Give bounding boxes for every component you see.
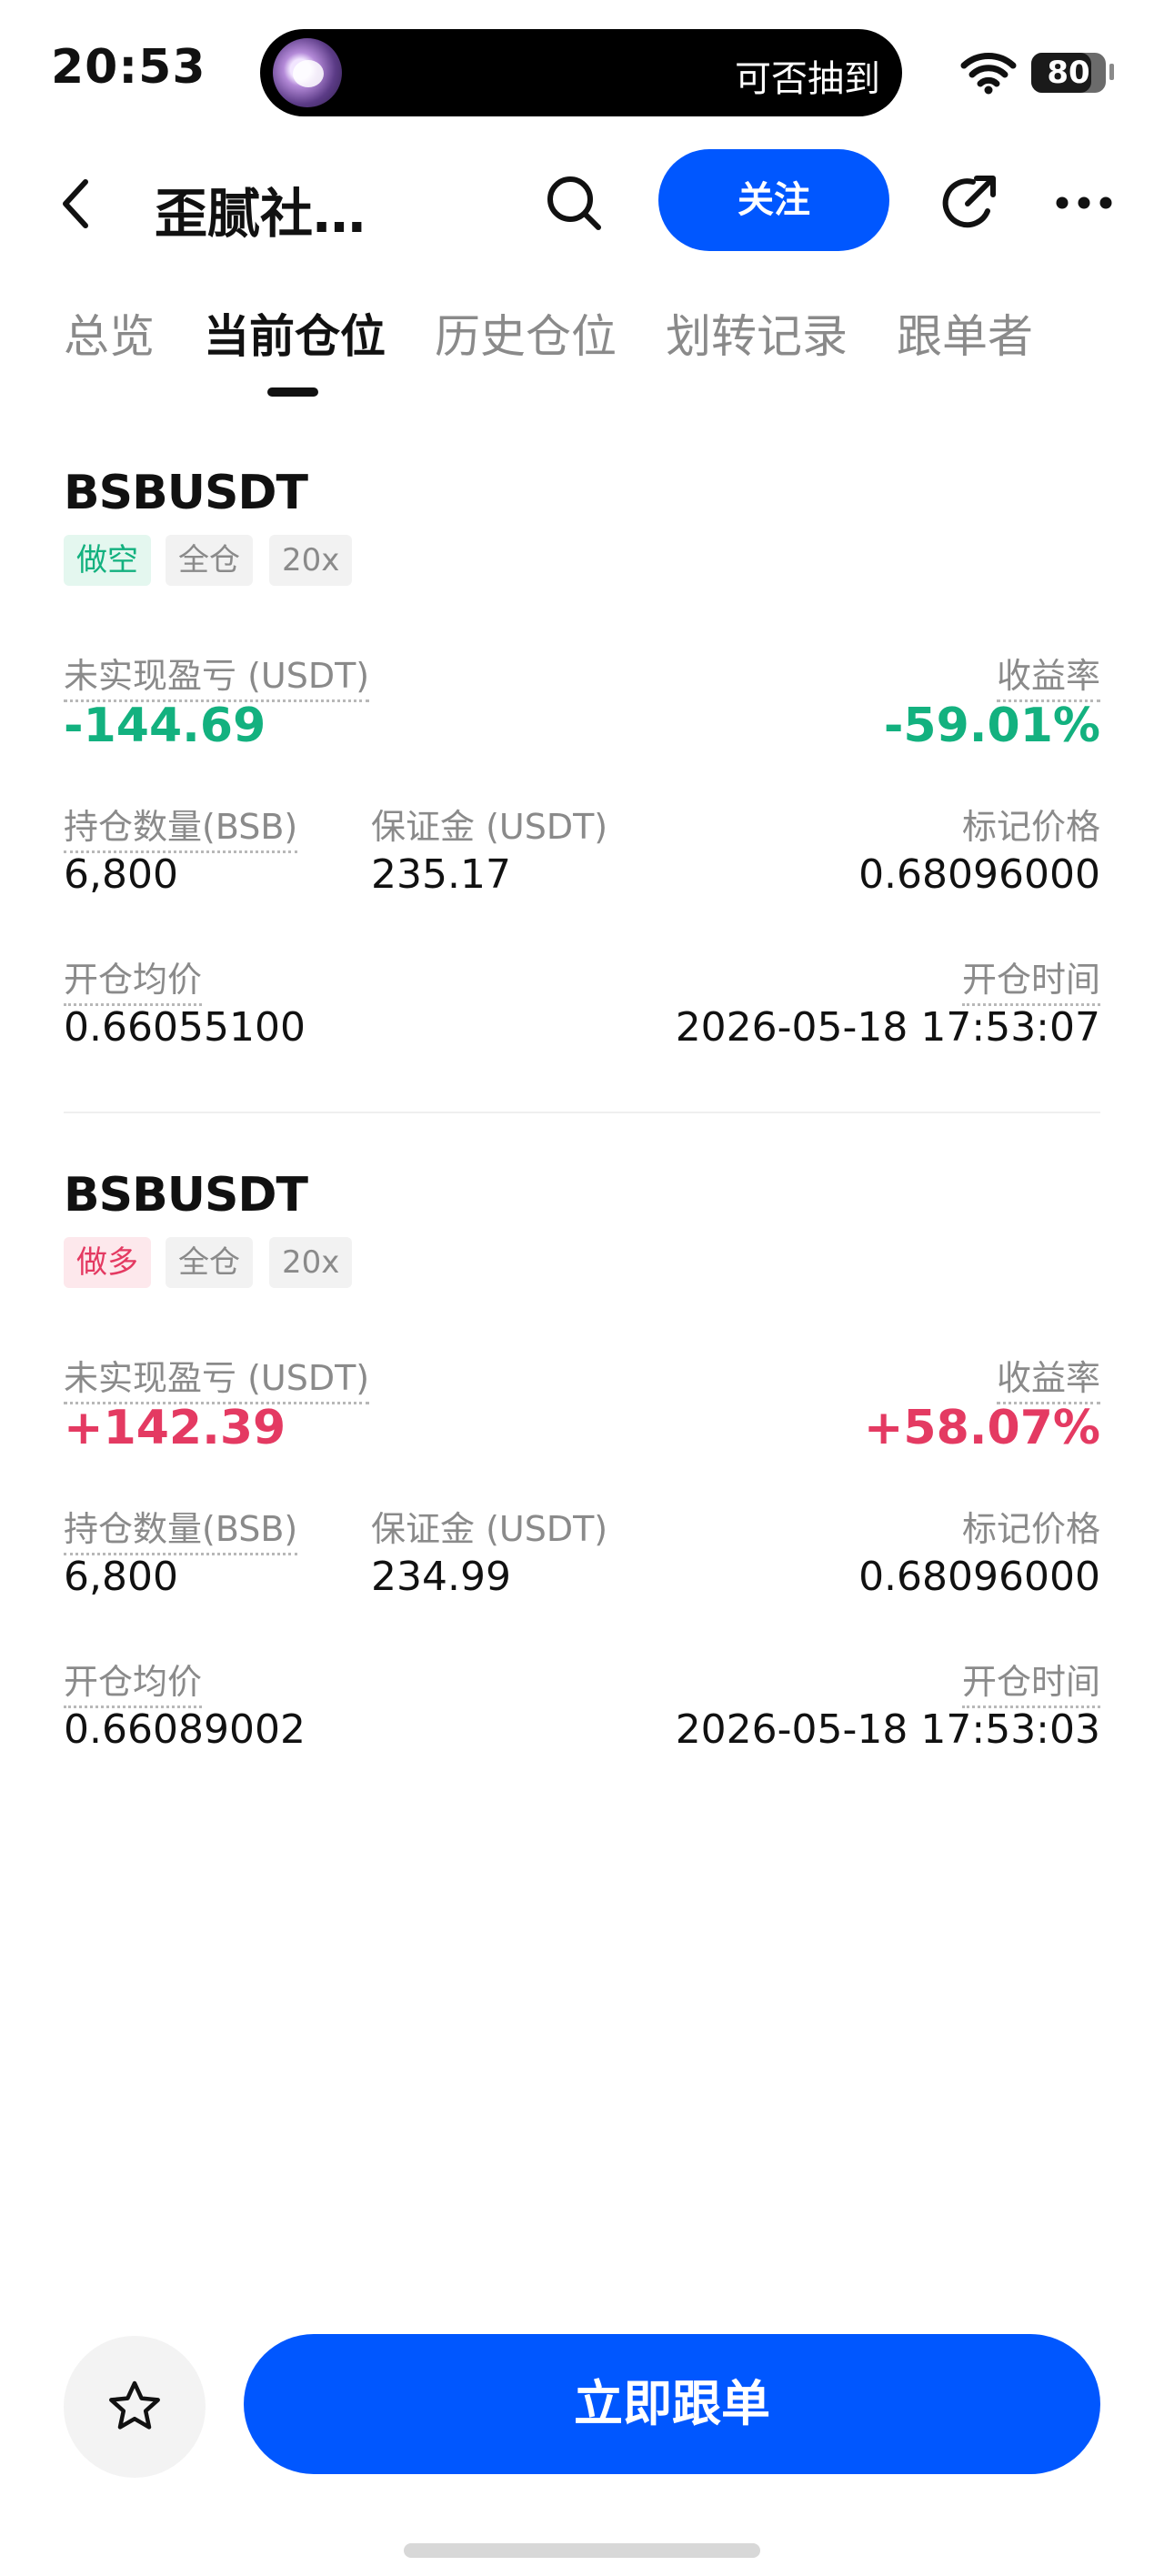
open-time-value: 2026-05-18 17:53:03 [675, 1706, 1100, 1753]
status-time: 20:53 [51, 40, 206, 95]
roi-value: +58.07% [863, 1401, 1100, 1455]
entry-price-label[interactable]: 开仓均价 [64, 951, 203, 1006]
entry-price-label[interactable]: 开仓均价 [64, 1654, 203, 1708]
unrealized-pnl-value: -144.69 [64, 699, 266, 753]
favorite-button[interactable] [64, 2336, 206, 2478]
follow-button[interactable]: 关注 [658, 149, 889, 251]
open-time-label[interactable]: 开仓时间 [961, 1654, 1100, 1708]
battery-indicator: 80 [1031, 53, 1106, 93]
quantity-value: 6,800 [64, 851, 178, 898]
copy-trade-button[interactable]: 立即跟单 [244, 2334, 1100, 2474]
unrealized-pnl-label[interactable]: 未实现盈亏 (USDT) [64, 648, 370, 702]
tab-current-positions[interactable]: 当前仓位 [204, 300, 386, 366]
star-icon [109, 2380, 160, 2430]
card-divider [64, 1112, 1100, 1113]
back-icon[interactable] [58, 176, 95, 231]
tab-transfer-records[interactable]: 划转记录 [666, 300, 848, 366]
unrealized-pnl-label[interactable]: 未实现盈亏 (USDT) [64, 1350, 370, 1404]
island-text: 可否抽到 [735, 58, 880, 100]
leverage-tag: 20x [269, 1237, 353, 1288]
mark-price-value: 0.68096000 [858, 1554, 1100, 1600]
position-symbol: BSBUSDT [64, 1168, 308, 1223]
position-card[interactable]: BSBUSDT 做多 全仓 20x 未实现盈亏 (USDT) +142.39 收… [64, 1168, 1100, 1823]
roi-label[interactable]: 收益率 [996, 648, 1100, 702]
share-icon[interactable] [937, 171, 1000, 235]
open-time-value: 2026-05-18 17:53:07 [675, 1004, 1100, 1051]
entry-price-value: 0.66089002 [64, 1706, 306, 1753]
status-bar: 20:53 可否抽到 80 [0, 0, 1164, 136]
margin-value: 234.99 [371, 1554, 511, 1600]
margin-value: 235.17 [371, 851, 511, 898]
nav-bar: 歪腻社… 关注 [0, 136, 1164, 264]
search-icon[interactable] [544, 173, 604, 233]
mark-price-label: 标记价格 [961, 807, 1100, 847]
home-indicator[interactable] [404, 2543, 760, 2558]
page-title: 歪腻社… [155, 183, 366, 245]
position-symbol: BSBUSDT [64, 466, 308, 520]
island-avatar [273, 38, 342, 107]
open-time-label[interactable]: 开仓时间 [961, 951, 1100, 1006]
tab-active-indicator [267, 387, 318, 397]
side-tag-short: 做空 [64, 535, 151, 586]
more-icon[interactable] [1055, 193, 1113, 213]
battery-cap [1109, 64, 1114, 80]
position-card[interactable]: BSBUSDT 做空 全仓 20x 未实现盈亏 (USDT) -144.69 收… [64, 466, 1100, 1121]
margin-label: 保证金 (USDT) [371, 807, 608, 847]
mark-price-value: 0.68096000 [858, 851, 1100, 898]
tab-history-positions[interactable]: 历史仓位 [435, 300, 617, 366]
dynamic-island[interactable]: 可否抽到 [260, 29, 902, 116]
tab-followers[interactable]: 跟单者 [897, 300, 1033, 366]
side-tag-long: 做多 [64, 1237, 151, 1288]
margin-mode-tag: 全仓 [166, 535, 253, 586]
quantity-label[interactable]: 持仓数量(BSB) [64, 1501, 298, 1555]
wifi-icon [960, 53, 1017, 95]
margin-label: 保证金 (USDT) [371, 1509, 608, 1549]
entry-price-value: 0.66055100 [64, 1004, 306, 1051]
quantity-value: 6,800 [64, 1554, 178, 1600]
unrealized-pnl-value: +142.39 [64, 1401, 286, 1455]
quantity-label[interactable]: 持仓数量(BSB) [64, 799, 298, 853]
battery-level: 80 [1047, 55, 1090, 91]
leverage-tag: 20x [269, 535, 353, 586]
tab-bar: 总览 当前仓位 历史仓位 划转记录 跟单者 [0, 300, 1164, 400]
roi-label[interactable]: 收益率 [996, 1350, 1100, 1404]
mark-price-label: 标记价格 [961, 1509, 1100, 1549]
roi-value: -59.01% [883, 699, 1100, 753]
margin-mode-tag: 全仓 [166, 1237, 253, 1288]
tab-overview[interactable]: 总览 [64, 300, 155, 366]
